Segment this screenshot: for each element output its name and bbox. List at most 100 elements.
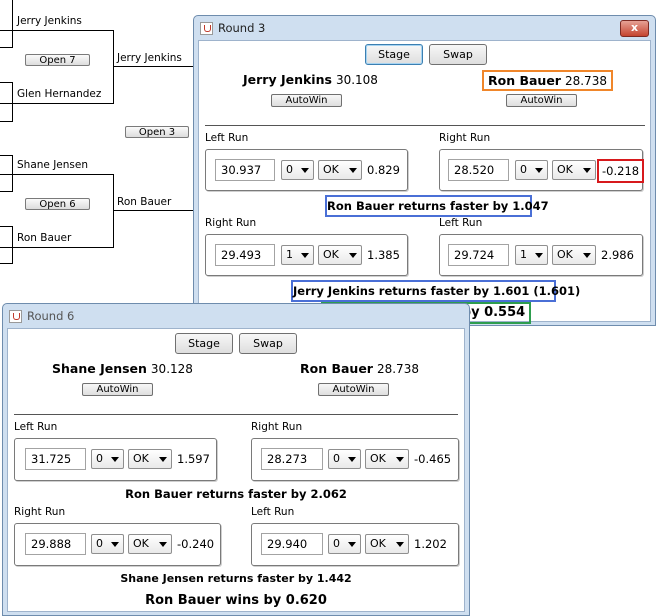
bracket-line	[0, 30, 114, 31]
run-count-dropdown[interactable]: 0	[91, 534, 124, 554]
run-status-dropdown[interactable]: OK	[365, 449, 409, 469]
chevron-down-icon	[583, 168, 591, 173]
autowin-button[interactable]: AutoWin	[318, 383, 389, 396]
run-status-dropdown[interactable]: OK	[552, 160, 596, 180]
run-status-dropdown[interactable]: OK	[128, 534, 172, 554]
window-content: Stage Swap Shane Jensen 30.128 AutoWin Ro…	[7, 328, 465, 612]
bracket-line	[12, 226, 13, 264]
autowin-button[interactable]: AutoWin	[82, 383, 153, 396]
run-count-dropdown[interactable]: 1	[281, 245, 314, 265]
racer-time: 28.738	[376, 362, 419, 376]
racer-name: Shane Jensen	[52, 361, 147, 376]
bracket-line	[113, 66, 195, 67]
chevron-down-icon	[159, 542, 167, 547]
run-count-dropdown[interactable]: 0	[328, 534, 361, 554]
title-bar[interactable]: Round 3 x	[194, 16, 655, 40]
run-diff: 2.986	[601, 248, 634, 262]
round-3-window: Round 3 x Stage Swap Jerry Jenkins 30.108…	[193, 15, 656, 326]
run-time-field[interactable]: 29.940	[261, 533, 323, 555]
run-panel: 29.888 0 OK -0.240	[14, 523, 221, 566]
stage-button[interactable]: Stage	[365, 44, 423, 65]
run-time-field[interactable]: 28.273	[261, 448, 323, 470]
run-label: Left Run	[439, 217, 483, 229]
window-title: Round 6	[27, 309, 75, 323]
dropdown-value: 0	[96, 537, 103, 550]
run-diff: -0.218	[597, 159, 645, 183]
run-time-field[interactable]: 29.724	[448, 244, 509, 266]
run-status-dropdown[interactable]: OK	[318, 160, 362, 180]
dropdown-value: 0	[96, 452, 103, 465]
run-panel: 28.273 0 OK -0.465	[251, 438, 459, 481]
chevron-down-icon	[349, 168, 357, 173]
bracket-line	[0, 247, 114, 248]
chevron-down-icon	[348, 542, 356, 547]
java-app-icon	[9, 309, 22, 323]
run-diff: 0.829	[367, 163, 400, 177]
swap-button[interactable]: Swap	[429, 44, 487, 65]
racer-time: 30.128	[150, 362, 193, 376]
stage-button[interactable]: Stage	[175, 333, 233, 354]
run-panel: 29.724 1 OK 2.986	[439, 234, 643, 276]
run-time-field[interactable]: 29.888	[25, 533, 86, 555]
open-7-button[interactable]: Open 7	[25, 54, 90, 66]
run-status-dropdown[interactable]: OK	[318, 245, 362, 265]
run-label: Left Run	[251, 506, 295, 518]
run-label: Left Run	[14, 421, 58, 433]
chevron-down-icon	[301, 168, 309, 173]
open-3-button[interactable]: Open 3	[125, 126, 189, 138]
separator	[14, 414, 458, 415]
run-status-dropdown[interactable]: OK	[365, 534, 409, 554]
run-count-dropdown[interactable]: 0	[515, 160, 548, 180]
run-diff: 1.202	[414, 537, 447, 551]
bracket-name: Jerry Jenkins	[17, 15, 82, 27]
bracket-line	[113, 30, 114, 104]
bracket-name: Glen Hernandez	[17, 88, 102, 100]
dropdown-value: OK	[557, 248, 573, 261]
run-time-field[interactable]: 31.725	[25, 448, 86, 470]
bracket-line	[113, 210, 195, 211]
bracket-line	[113, 174, 114, 248]
dropdown-value: OK	[323, 248, 339, 261]
bracket-line	[12, 155, 13, 191]
result-message: Shane Jensen returns faster by 1.442	[120, 572, 352, 585]
dropdown-value: 1	[520, 248, 527, 261]
chevron-down-icon	[535, 168, 543, 173]
close-button[interactable]: x	[620, 20, 649, 37]
run-panel: 29.940 0 OK 1.202	[251, 523, 459, 566]
dropdown-value: OK	[370, 452, 386, 465]
bracket-name: Ron Bauer	[117, 196, 172, 208]
run-time-field[interactable]: 28.520	[448, 159, 509, 181]
run-count-dropdown[interactable]: 1	[515, 245, 548, 265]
window-content: Stage Swap Jerry Jenkins 30.108 AutoWin R…	[198, 40, 651, 324]
run-panel: 30.937 0 OK 0.829	[205, 149, 408, 191]
run-time-field[interactable]: 30.937	[215, 159, 275, 181]
run-label: Left Run	[205, 132, 249, 144]
chevron-down-icon	[111, 542, 119, 547]
run-panel: 31.725 0 OK 1.597	[14, 438, 217, 481]
run-count-dropdown[interactable]: 0	[91, 449, 124, 469]
run-time-field[interactable]: 29.493	[215, 244, 275, 266]
run-count-dropdown[interactable]: 0	[328, 449, 361, 469]
swap-button[interactable]: Swap	[239, 333, 297, 354]
run-diff: -0.240	[177, 537, 215, 551]
run-count-dropdown[interactable]: 0	[281, 160, 314, 180]
chevron-down-icon	[159, 457, 167, 462]
run-status-dropdown[interactable]: OK	[552, 245, 596, 265]
result-message: Ron Bauer returns faster by 1.047	[325, 195, 549, 217]
dropdown-value: OK	[370, 537, 386, 550]
title-bar[interactable]: Round 6	[3, 304, 469, 328]
winner-message: Ron Bauer wins by 0.620	[145, 593, 327, 608]
autowin-button[interactable]: AutoWin	[271, 94, 342, 107]
bracket-name: Shane Jensen	[17, 159, 89, 171]
round-6-window: Round 6 Stage Swap Shane Jensen 30.128 Au…	[2, 303, 470, 616]
window-title: Round 3	[218, 21, 266, 35]
autowin-button[interactable]: AutoWin	[506, 94, 577, 107]
open-6-button[interactable]: Open 6	[25, 198, 90, 210]
bracket-line	[0, 191, 13, 192]
racer-name: Jerry Jenkins	[243, 72, 332, 87]
run-diff: -0.465	[414, 452, 452, 466]
run-status-dropdown[interactable]: OK	[128, 449, 172, 469]
run-label: Right Run	[251, 421, 303, 433]
left-racer: Shane Jensen 30.128	[52, 361, 193, 376]
bracket-name: Jerry Jenkins	[117, 52, 182, 64]
